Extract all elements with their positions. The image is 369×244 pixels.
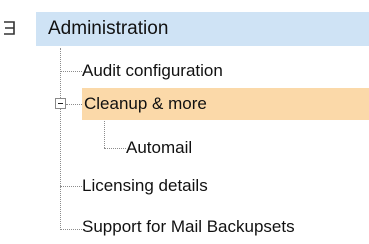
tree-connector-line — [104, 148, 126, 149]
tree-connector-line — [60, 48, 61, 230]
tree-connector-line — [60, 186, 82, 187]
tree-node-label: Audit configuration — [82, 61, 223, 80]
tree-connector-line — [66, 104, 82, 105]
tree-node-label: Cleanup & more — [84, 94, 207, 113]
collapse-icon[interactable] — [2, 18, 16, 38]
tree-connector-line — [104, 118, 105, 148]
tree-node-automail[interactable]: Automail — [126, 132, 192, 164]
tree-node-label: Automail — [126, 138, 193, 157]
tree-node-cleanup-more[interactable]: Cleanup & more — [82, 88, 369, 120]
tree-node-label: Licensing details — [82, 176, 208, 195]
tree-node-support-for-mail-backupsets[interactable]: Support for Mail Backupsets — [82, 211, 295, 243]
tree-node-licensing-details[interactable]: Licensing details — [82, 170, 208, 202]
collapse-box-icon[interactable] — [55, 98, 66, 109]
tree-connector-line — [60, 229, 82, 230]
tree-node-label: Administration — [48, 18, 169, 39]
tree-node-administration[interactable]: Administration — [36, 12, 369, 46]
tree-node-label: Support for Mail Backupsets — [82, 217, 295, 236]
tree-node-audit-configuration[interactable]: Audit configuration — [82, 55, 223, 87]
tree-view: Administration Audit configuration Clean… — [0, 0, 369, 244]
tree-connector-line — [60, 71, 82, 72]
